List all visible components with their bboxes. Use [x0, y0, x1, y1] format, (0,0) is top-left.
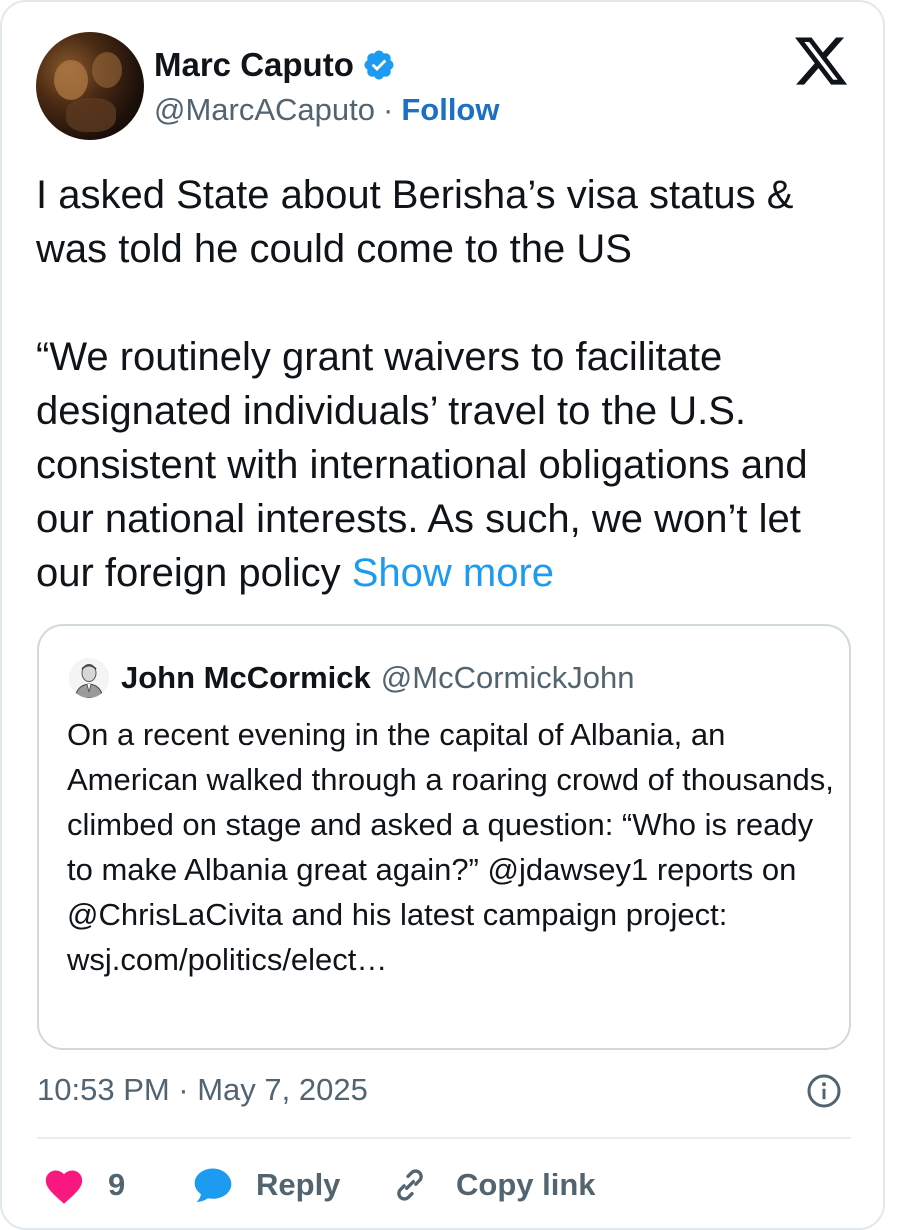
author-avatar[interactable]: [36, 32, 144, 140]
quoted-author-name[interactable]: John McCormick: [121, 660, 371, 696]
reply-button[interactable]: Reply: [190, 1162, 340, 1208]
action-bar: 9 Reply Copy link: [42, 1162, 862, 1208]
tweet-card: Marc Caputo @MarcACaputo · Follow I aske…: [0, 0, 885, 1230]
tweet-timestamp[interactable]: 10:53 PM · May 7, 2025: [37, 1072, 368, 1108]
author-name-row: Marc Caputo: [154, 46, 396, 84]
like-count: 9: [108, 1167, 126, 1202]
tweet-text: I asked State about Berisha’s visa statu…: [36, 168, 856, 600]
info-icon[interactable]: [806, 1073, 842, 1109]
author-handle-row: @MarcACaputo · Follow: [154, 92, 499, 128]
like-button[interactable]: 9: [42, 1162, 125, 1208]
tweet-paragraph-2: “We routinely grant waivers to facilitat…: [36, 330, 856, 600]
quoted-header: John McCormick @McCormickJohn: [121, 660, 634, 696]
quoted-tweet[interactable]: John McCormick @McCormickJohn On a recen…: [37, 624, 851, 1050]
quoted-author-handle[interactable]: @McCormickJohn: [381, 660, 635, 696]
author-name[interactable]: Marc Caputo: [154, 46, 354, 84]
copy-link-button[interactable]: Copy link: [390, 1162, 596, 1208]
x-logo-icon[interactable]: [792, 32, 850, 90]
quoted-avatar-portrait-icon: [69, 658, 109, 698]
copy-link-label: Copy link: [456, 1167, 596, 1202]
tweet-paragraph-1: I asked State about Berisha’s visa statu…: [36, 173, 794, 271]
link-icon: [397, 1169, 423, 1201]
follow-button[interactable]: Follow: [401, 92, 499, 128]
verified-badge-icon: [364, 50, 394, 80]
chat-bubble-icon: [194, 1168, 232, 1202]
quoted-tweet-text: On a recent evening in the capital of Al…: [67, 717, 834, 977]
reply-label: Reply: [256, 1167, 341, 1202]
show-more-link[interactable]: Show more: [352, 551, 554, 595]
heart-icon: [45, 1170, 83, 1204]
author-handle[interactable]: @MarcACaputo: [154, 92, 375, 128]
quoted-author-avatar[interactable]: [69, 658, 109, 698]
separator-dot: ·: [383, 92, 394, 127]
action-divider: [37, 1137, 851, 1139]
